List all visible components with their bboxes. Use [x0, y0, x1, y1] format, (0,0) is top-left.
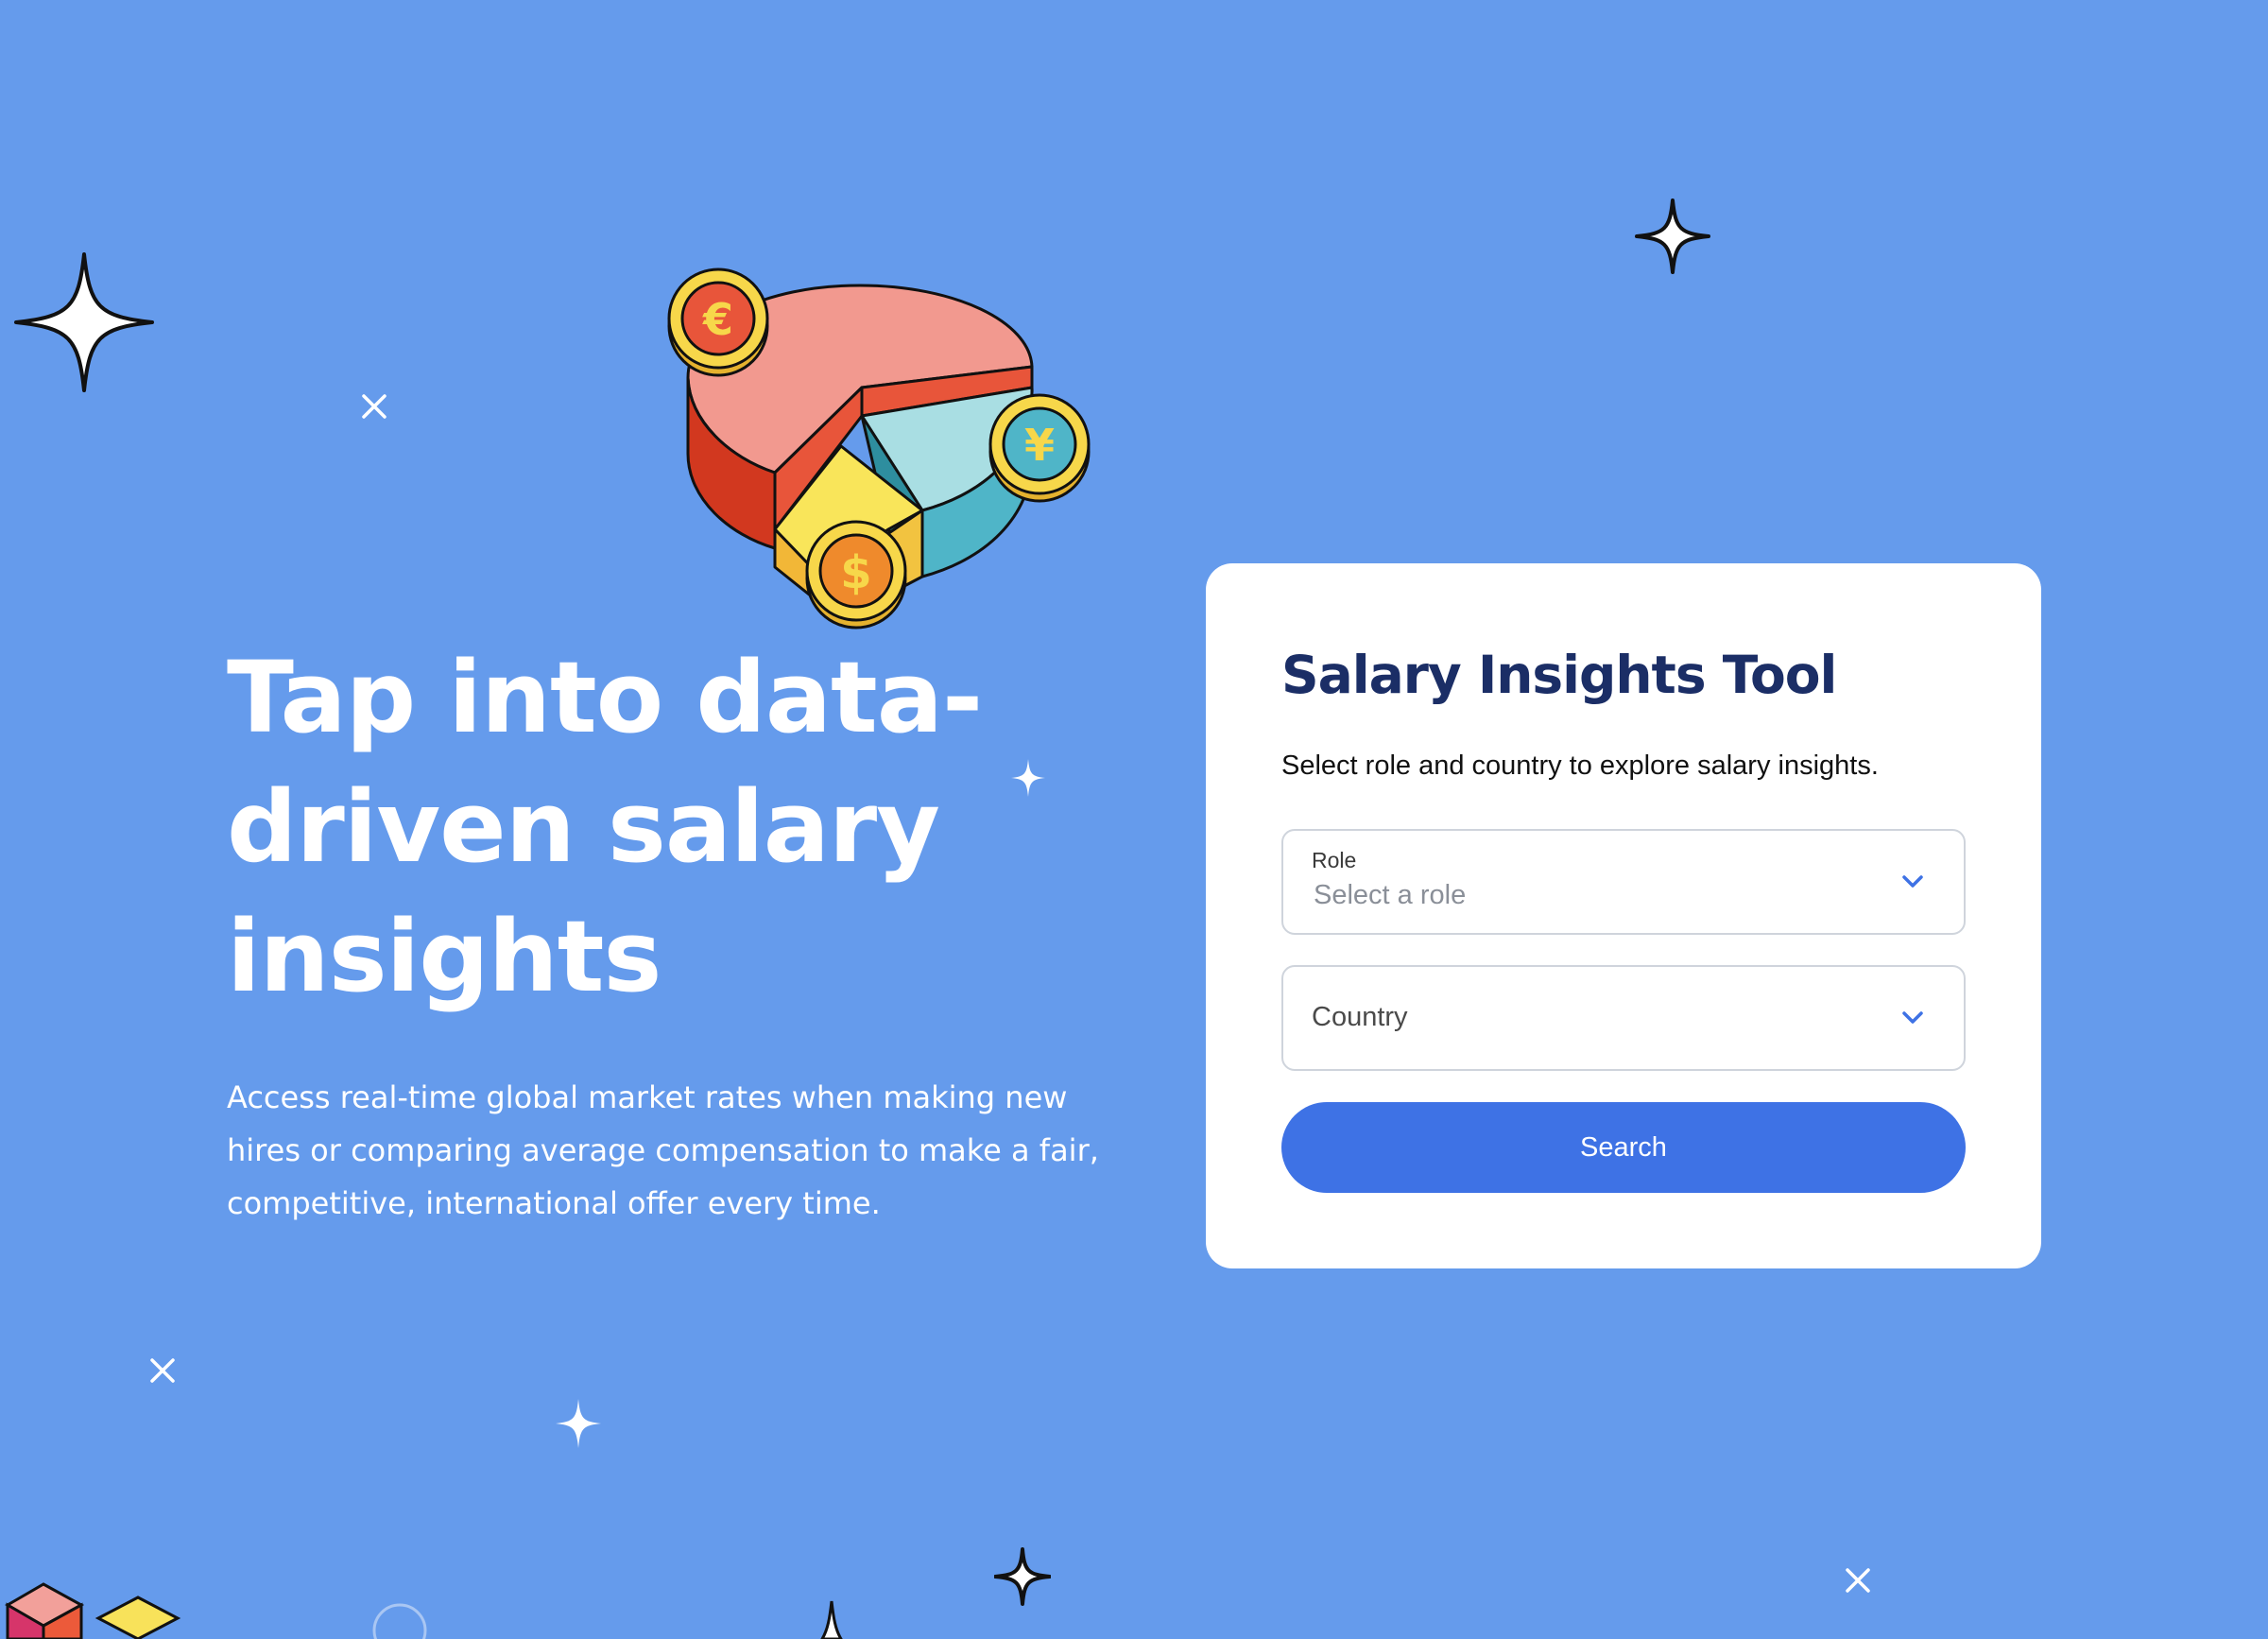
yen-coin-icon: ¥ — [988, 393, 1091, 503]
pie-chart-illustration: € ¥ $ — [667, 267, 1091, 630]
sparkle-icon — [994, 1547, 1051, 1606]
sparkle-icon — [150, 1358, 175, 1383]
chevron-down-icon[interactable] — [1899, 869, 1926, 895]
sparkle-icon — [14, 252, 154, 392]
tool-title: Salary Insights Tool — [1281, 645, 1837, 705]
circle-decoration — [372, 1603, 427, 1639]
role-label: Role — [1312, 848, 1357, 872]
chevron-down-icon[interactable] — [1899, 1005, 1926, 1031]
hero-title: Tap into data- driven salary insights — [227, 640, 983, 1014]
country-select[interactable]: Country — [1281, 965, 1966, 1071]
salary-tool-card: Salary Insights Tool Select role and cou… — [1206, 563, 2041, 1268]
role-placeholder: Select a role — [1314, 880, 1467, 910]
spike-decoration — [820, 1600, 843, 1639]
search-button[interactable]: Search — [1281, 1102, 1966, 1193]
svg-text:$: $ — [840, 546, 871, 599]
country-label: Country — [1312, 1002, 1408, 1032]
svg-text:¥: ¥ — [1024, 420, 1055, 471]
sparkle-icon — [362, 394, 387, 419]
hero-section: Tap into data- driven salary insights Ac… — [227, 633, 1134, 1230]
sparkle-icon — [1846, 1568, 1870, 1593]
cubes-decoration — [5, 1582, 181, 1639]
tool-subtitle: Select role and country to explore salar… — [1281, 750, 1879, 781]
sparkle-icon — [1635, 198, 1710, 274]
euro-coin-icon: € — [667, 267, 769, 377]
sparkle-icon — [556, 1399, 601, 1448]
role-select[interactable]: Role Select a role — [1281, 829, 1966, 935]
svg-text:€: € — [702, 294, 733, 345]
hero-description: Access real-time global market rates whe… — [227, 1079, 1099, 1221]
dollar-coin-icon: $ — [805, 520, 907, 630]
